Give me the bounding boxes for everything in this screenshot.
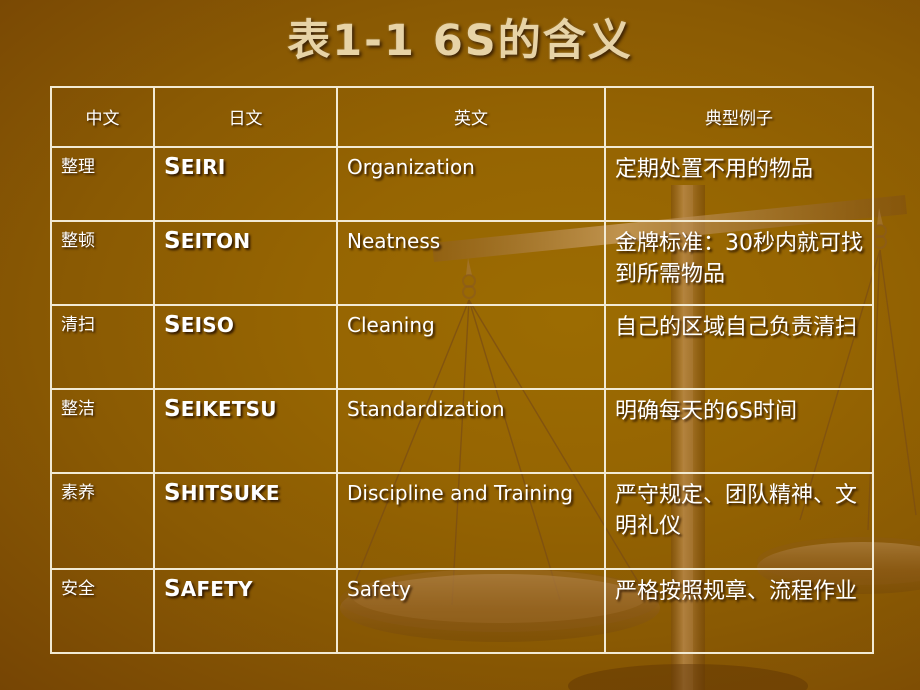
cell-japanese-initial: S [164, 228, 181, 254]
cell-japanese: SEITON [153, 220, 338, 306]
cell-chinese: 整顿 [50, 220, 155, 306]
cell-japanese-rest: EITON [180, 229, 251, 253]
column-header-japanese: 日文 [153, 86, 338, 148]
table-row: 整顿 SEITON Neatness 金牌标准：30秒内就可找到所需物品 [50, 220, 874, 306]
cell-english: Standardization [336, 388, 606, 474]
cell-japanese-initial: S [164, 480, 181, 506]
cell-japanese-rest: EIRI [180, 155, 226, 179]
cell-english: Discipline and Training [336, 472, 606, 570]
cell-japanese-initial: S [164, 576, 181, 602]
table-row: 整理 SEIRI Organization 定期处置不用的物品 [50, 146, 874, 222]
cell-japanese: SHITSUKE [153, 472, 338, 570]
cell-japanese-initial: S [164, 154, 181, 180]
cell-example: 金牌标准：30秒内就可找到所需物品 [604, 220, 874, 306]
column-header-example: 典型例子 [604, 86, 874, 148]
cell-english: Cleaning [336, 304, 606, 390]
table-row: 清扫 SEISO Cleaning 自己的区域自己负责清扫 [50, 304, 874, 390]
cell-example: 明确每天的6S时间 [604, 388, 874, 474]
cell-japanese-initial: S [164, 312, 181, 338]
cell-example: 严守规定、团队精神、文明礼仪 [604, 472, 874, 570]
six-s-meaning-table: 中文 日文 英文 典型例子 整理 SEIRI Organization 定期处置… [50, 86, 874, 654]
column-header-english: 英文 [336, 86, 606, 148]
cell-chinese: 整洁 [50, 388, 155, 474]
cell-japanese-rest: HITSUKE [180, 481, 280, 505]
table-header-row: 中文 日文 英文 典型例子 [50, 86, 874, 148]
cell-japanese-initial: S [164, 396, 181, 422]
cell-japanese-rest: AFETY [180, 577, 253, 601]
cell-english: Neatness [336, 220, 606, 306]
table-row: 整洁 SEIKETSU Standardization 明确每天的6S时间 [50, 388, 874, 474]
cell-chinese: 清扫 [50, 304, 155, 390]
page-title: 表1-1 6S的含义 [287, 16, 633, 66]
table-row: 素养 SHITSUKE Discipline and Training 严守规定… [50, 472, 874, 570]
cell-english: Organization [336, 146, 606, 222]
cell-example: 定期处置不用的物品 [604, 146, 874, 222]
column-header-chinese: 中文 [50, 86, 155, 148]
cell-chinese: 素养 [50, 472, 155, 570]
table-wrapper: 中文 日文 英文 典型例子 整理 SEIRI Organization 定期处置… [50, 86, 874, 654]
cell-japanese: SAFETY [153, 568, 338, 654]
cell-chinese: 整理 [50, 146, 155, 222]
table-row: 安全 SAFETY Safety 严格按照规章、流程作业 [50, 568, 874, 654]
cell-japanese-rest: EIKETSU [180, 397, 277, 421]
cell-japanese: SEIRI [153, 146, 338, 222]
cell-example: 严格按照规章、流程作业 [604, 568, 874, 654]
cell-english: Safety [336, 568, 606, 654]
cell-chinese: 安全 [50, 568, 155, 654]
cell-japanese: SEIKETSU [153, 388, 338, 474]
cell-example: 自己的区域自己负责清扫 [604, 304, 874, 390]
cell-japanese: SEISO [153, 304, 338, 390]
cell-japanese-rest: EISO [180, 313, 235, 337]
slide-canvas: 表1-1 6S的含义 中文 日文 英文 典型例子 整理 SEIRI Organi… [0, 0, 920, 690]
